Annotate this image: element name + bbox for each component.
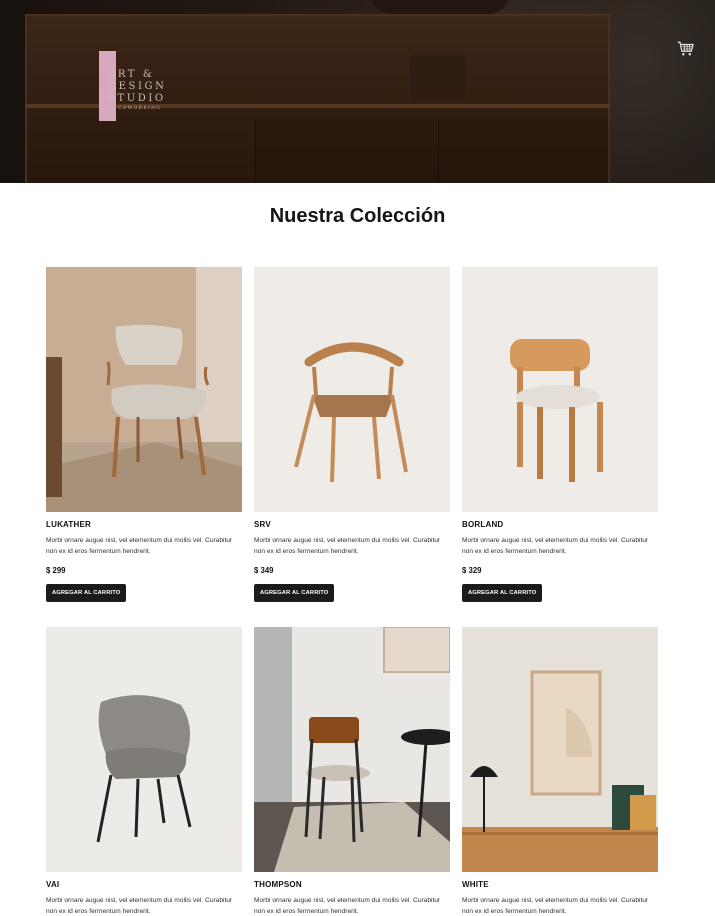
logo-subtitle: COWORKING (118, 106, 162, 111)
product-image[interactable] (254, 267, 450, 512)
product-description: Morbi ornare augue nisl, vel elementum d… (46, 897, 233, 915)
product-image[interactable] (462, 267, 658, 512)
product-description: Morbi ornare augue nisl, vel elementum d… (46, 537, 233, 555)
page-title: Nuestra Colección (269, 205, 446, 227)
product-image[interactable] (462, 627, 658, 872)
product-name: THOMPSON (254, 880, 302, 889)
product-name: SRV (254, 520, 271, 529)
logo-line-1: ART & (108, 69, 155, 80)
product-description: Morbi ornare augue nisl, vel elementum d… (462, 537, 649, 555)
studio-logo[interactable]: ART & DESIGN STUDIO COWORKING (99, 51, 179, 123)
product-name: BORLAND (462, 520, 504, 529)
add-to-cart-button[interactable]: AGREGAR AL CARRITO (46, 584, 127, 602)
product-card: VAI Morbi ornare augue nisl, vel element… (46, 627, 242, 916)
product-card: LUKATHER Morbi ornare augue nisl, vel el… (46, 267, 242, 602)
product-card: SRV Morbi ornare augue nisl, vel element… (254, 267, 450, 602)
product-price: $ 349 (254, 566, 274, 575)
product-name: VAI (46, 880, 60, 889)
product-image[interactable] (254, 627, 450, 872)
product-name: LUKATHER (46, 520, 92, 529)
product-price: $ 299 (46, 566, 66, 575)
add-to-cart-button[interactable]: AGREGAR AL CARRITO (462, 584, 543, 602)
product-card: BORLAND Morbi ornare augue nisl, vel ele… (462, 267, 658, 602)
logo-line-2: DESIGN (108, 81, 167, 92)
product-image[interactable] (46, 627, 242, 872)
product-description: Morbi ornare augue nisl, vel elementum d… (254, 897, 441, 915)
shopping-cart-icon[interactable] (677, 40, 695, 58)
product-name: WHITE (462, 880, 489, 889)
product-image[interactable] (46, 267, 242, 512)
logo-line-3: STUDIO (108, 93, 166, 104)
product-price: $ 329 (462, 566, 482, 575)
product-card: THOMPSON Morbi ornare augue nisl, vel el… (254, 627, 450, 916)
hero-banner: ART & DESIGN STUDIO COWORKING (0, 0, 715, 183)
product-card: WHITE Morbi ornare augue nisl, vel eleme… (462, 627, 658, 916)
add-to-cart-button[interactable]: AGREGAR AL CARRITO (254, 584, 335, 602)
product-description: Morbi ornare augue nisl, vel elementum d… (254, 537, 441, 555)
product-description: Morbi ornare augue nisl, vel elementum d… (462, 897, 649, 915)
